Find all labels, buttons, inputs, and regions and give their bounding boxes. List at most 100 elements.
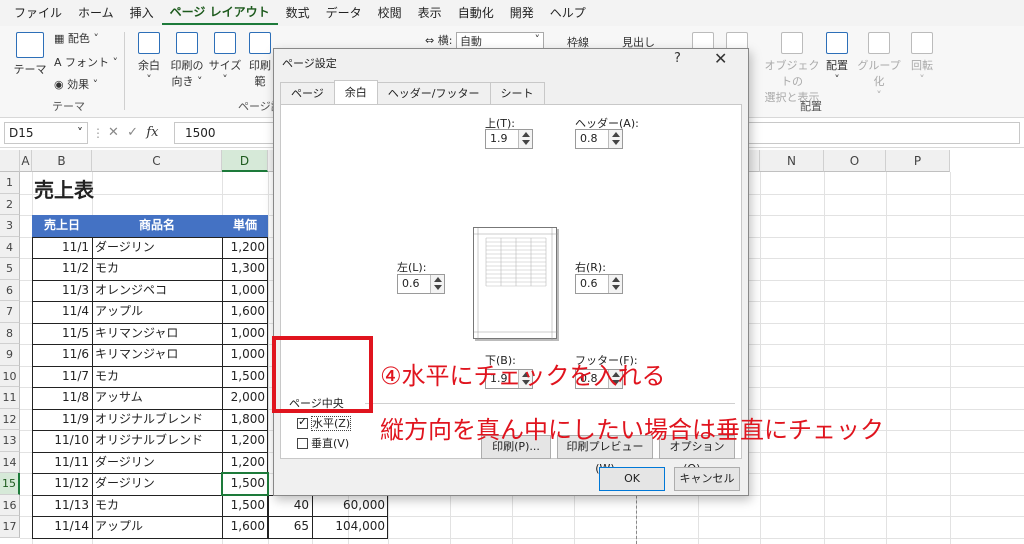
row-header[interactable]: 2 <box>0 193 20 215</box>
menu-tab[interactable]: 表示 <box>410 0 450 26</box>
column-header[interactable]: N <box>760 150 824 172</box>
top-margin-input[interactable]: 1.9 <box>485 129 533 149</box>
row-header[interactable]: 5 <box>0 258 20 280</box>
column-header[interactable]: A <box>20 150 32 172</box>
effects-button[interactable]: ◉ 効果 ˅ <box>54 76 98 92</box>
colors-button[interactable]: ▦ 配色 ˅ <box>54 30 99 46</box>
menu-tab[interactable]: データ <box>318 0 370 26</box>
print-area-button[interactable]: 印刷範 <box>246 32 274 89</box>
cancel-icon[interactable]: ✕ <box>108 125 119 140</box>
menu-tab[interactable]: 挿入 <box>122 0 162 26</box>
ok-button[interactable]: OK <box>599 467 665 491</box>
menu-tab[interactable]: 自動化 <box>450 0 502 26</box>
menu-tab[interactable]: 校閲 <box>370 0 410 26</box>
selection-pane-button[interactable]: オブジェクトの 選択と表示 <box>760 32 824 105</box>
close-icon[interactable]: ✕ <box>714 49 727 68</box>
table-column-border <box>92 494 93 516</box>
row-header[interactable]: 11 <box>0 387 20 409</box>
align-button[interactable]: 配置 ˅ <box>824 32 850 86</box>
fonts-button[interactable]: A フォント ˅ <box>54 54 118 70</box>
row-header[interactable]: 10 <box>0 365 20 387</box>
row-header[interactable]: 4 <box>0 236 20 258</box>
row-header[interactable]: 13 <box>0 430 20 452</box>
arrange-group-label: 配置 <box>800 100 822 113</box>
table-header-cell: 単価 <box>222 215 268 237</box>
left-margin-input[interactable]: 0.6 <box>397 274 445 294</box>
rotate-button[interactable]: 回転 ˅ <box>908 32 936 86</box>
formula-tools: ✕ ✓ fx <box>108 122 170 144</box>
dialog-tab[interactable]: ヘッダー/フッター <box>376 82 491 104</box>
row-header[interactable]: 6 <box>0 279 20 301</box>
column-header[interactable]: D <box>222 150 268 172</box>
row-header[interactable]: 3 <box>0 215 20 237</box>
dialog-tab[interactable]: ページ <box>280 82 335 104</box>
table-column-border <box>222 279 223 301</box>
row-header[interactable]: 16 <box>0 494 20 516</box>
horizontal-checkbox[interactable]: 水平(Z) <box>297 415 352 431</box>
vertical-checkbox[interactable]: 垂直(V) <box>297 435 349 451</box>
spin-arrows[interactable] <box>608 275 622 293</box>
group-button[interactable]: グループ化 ˅ <box>854 32 904 102</box>
table-row-border <box>32 365 268 388</box>
menu-tab[interactable]: ページ レイアウト <box>161 1 278 25</box>
dialog-tab[interactable]: シート <box>489 82 545 104</box>
column-header[interactable]: B <box>32 150 92 172</box>
dialog-tab[interactable]: 余白 <box>333 80 378 104</box>
right-margin-input[interactable]: 0.6 <box>575 274 623 294</box>
row-header[interactable]: 7 <box>0 301 20 323</box>
table-column-border <box>312 516 313 538</box>
rotate-icon <box>911 32 933 54</box>
row-header[interactable]: 1 <box>0 172 20 194</box>
table-column-border <box>92 430 93 452</box>
left-margin-value: 0.6 <box>402 277 420 290</box>
header-margin-input[interactable]: 0.8 <box>575 129 623 149</box>
print-area-icon <box>249 32 271 54</box>
gridline <box>886 172 887 544</box>
checkbox-checked-icon[interactable] <box>297 415 308 429</box>
right-margin-value: 0.6 <box>580 277 598 290</box>
help-button[interactable]: ? <box>674 51 681 66</box>
menu-tab[interactable]: ホーム <box>70 0 122 26</box>
table-row-border <box>32 301 268 324</box>
row-header[interactable]: 17 <box>0 516 20 538</box>
table-column-border <box>222 236 223 258</box>
fonts-label: フォント <box>65 56 110 69</box>
orientation-button[interactable]: 印刷の 向き ˅ <box>168 32 206 89</box>
margins-button[interactable]: 余白 ˅ <box>134 32 164 86</box>
row-header[interactable]: 15 <box>0 473 20 495</box>
table-column-border <box>92 408 93 430</box>
column-header[interactable]: O <box>824 150 886 172</box>
fx-icon[interactable]: fx <box>146 125 158 140</box>
theme-label: テーマ <box>13 63 47 76</box>
menu-tab[interactable]: 開発 <box>502 0 542 26</box>
cancel-button[interactable]: キャンセル <box>674 467 740 491</box>
row-header[interactable]: 14 <box>0 451 20 473</box>
align-label: 配置 <box>826 59 848 72</box>
theme-icon <box>16 32 44 58</box>
gridline <box>950 172 951 544</box>
size-button[interactable]: サイズ ˅ <box>208 32 242 86</box>
name-box[interactable]: D15 ˅ <box>4 122 88 144</box>
table-column-border <box>92 516 93 538</box>
menu-tab[interactable]: ヘルプ <box>542 0 594 26</box>
row-header[interactable]: 12 <box>0 408 20 430</box>
enter-icon[interactable]: ✓ <box>127 125 138 140</box>
checkbox-icon[interactable] <box>297 438 308 449</box>
row-header[interactable]: 8 <box>0 322 20 344</box>
menu-tab[interactable]: 数式 <box>278 0 318 26</box>
name-box-value: D15 <box>9 126 34 140</box>
table-column-border <box>92 258 93 280</box>
select-all-corner[interactable] <box>0 150 20 172</box>
theme-group-label: テーマ <box>52 100 85 113</box>
spin-arrows[interactable] <box>608 130 622 148</box>
column-header[interactable]: P <box>886 150 950 172</box>
spin-arrows[interactable] <box>518 130 532 148</box>
theme-button[interactable]: テーマ <box>12 32 48 77</box>
menu-tab[interactable]: ファイル <box>6 0 70 26</box>
table-column-border <box>222 516 223 538</box>
column-header[interactable]: C <box>92 150 222 172</box>
row-header[interactable]: 9 <box>0 344 20 366</box>
spin-arrows[interactable] <box>430 275 444 293</box>
active-cell[interactable] <box>221 472 269 496</box>
table-column-border <box>222 430 223 452</box>
